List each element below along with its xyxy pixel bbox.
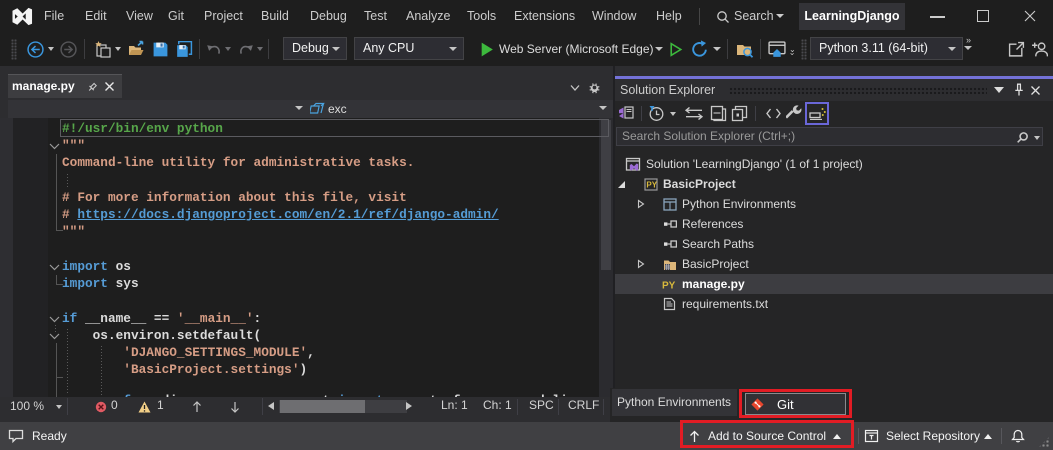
- svg-text:PY: PY: [646, 181, 657, 190]
- svg-text:PY: PY: [662, 281, 676, 292]
